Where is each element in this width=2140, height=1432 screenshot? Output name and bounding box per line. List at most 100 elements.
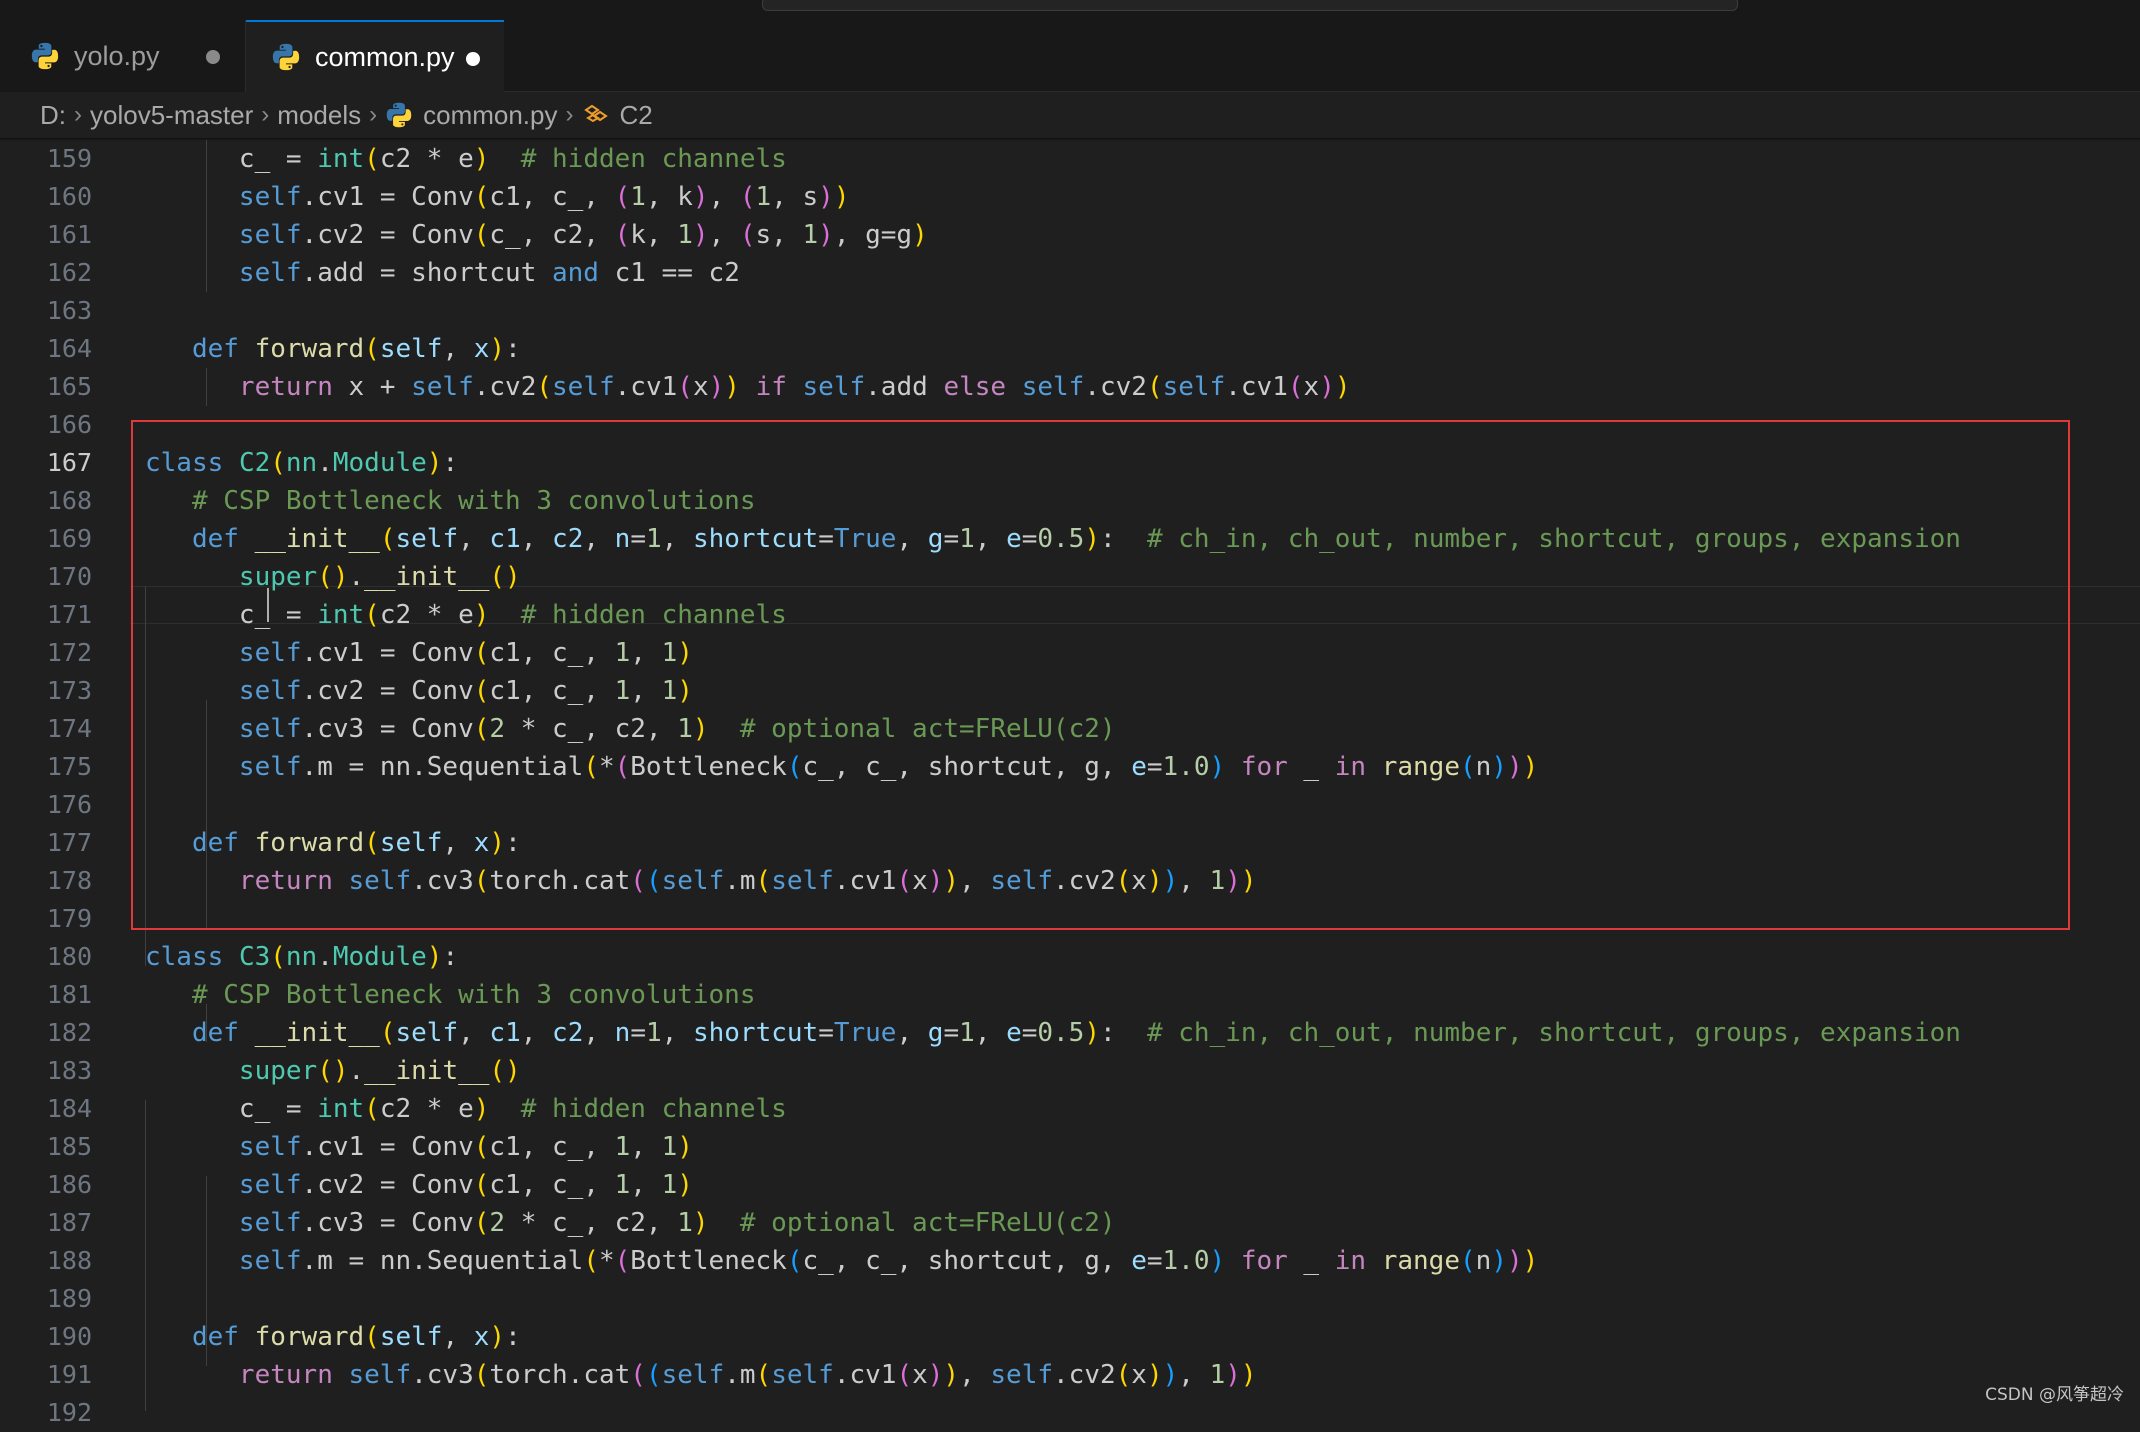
line-number: 179	[46, 904, 92, 933]
code-text[interactable]: self.cv1 = Conv(c1, c_, 1, 1)	[145, 634, 693, 672]
code-text[interactable]: self.cv1 = Conv(c1, c_, 1, 1)	[145, 1128, 693, 1166]
code-text[interactable]: self.cv2 = Conv(c_, c2, (k, 1), (s, 1), …	[145, 216, 928, 254]
tab-bar: yolo.py common.py	[0, 20, 2140, 92]
code-line: 165 return x + self.cv2(self.cv1(x)) if …	[0, 368, 2140, 406]
line-number: 169	[46, 524, 92, 553]
tab-yolo-py[interactable]: yolo.py	[0, 20, 246, 92]
code-line: 167 class C2(nn.Module):	[0, 444, 2140, 482]
code-text[interactable]: def forward(self, x):	[145, 330, 521, 368]
code-text[interactable]: self.add = shortcut and c1 == c2	[145, 254, 740, 292]
code-line: 178 return self.cv3(torch.cat((self.m(se…	[0, 862, 2140, 900]
code-text[interactable]: c_ = int(c2 * e) # hidden channels	[145, 1090, 787, 1128]
breadcrumb-folder-yolov5[interactable]: yolov5-master	[90, 100, 253, 131]
breadcrumb-file[interactable]: common.py	[423, 100, 557, 131]
line-number: 188	[46, 1246, 92, 1275]
line-number: 160	[46, 182, 92, 211]
unsaved-dot-icon[interactable]	[206, 50, 220, 64]
line-number: 166	[46, 410, 92, 439]
line-number: 178	[46, 866, 92, 895]
code-line: 163	[0, 292, 2140, 330]
chevron-right-icon: ›	[261, 101, 270, 128]
breadcrumb-drive[interactable]: D:	[40, 100, 66, 131]
code-text[interactable]: return self.cv3(torch.cat((self.m(self.c…	[145, 1356, 1257, 1394]
code-text[interactable]: # CSP Bottleneck with 3 convolutions	[145, 482, 756, 520]
code-line: 169 def __init__(self, c1, c2, n=1, shor…	[0, 520, 2140, 558]
code-line: 164 def forward(self, x):	[0, 330, 2140, 368]
code-line: 187 self.cv3 = Conv(2 * c_, c2, 1) # opt…	[0, 1204, 2140, 1242]
line-number: 175	[46, 752, 92, 781]
chevron-right-icon: ›	[369, 101, 378, 128]
title-bar	[0, 0, 2140, 20]
code-line: 190 def forward(self, x):	[0, 1318, 2140, 1356]
line-number: 191	[46, 1360, 92, 1389]
code-editor[interactable]: 159 c_ = int(c2 * e) # hidden channels 1…	[0, 140, 2140, 1427]
code-text[interactable]: self.m = nn.Sequential(*(Bottleneck(c_, …	[145, 1242, 1538, 1280]
command-center[interactable]	[762, 0, 1738, 11]
code-line: 166	[0, 406, 2140, 444]
breadcrumb: D: › yolov5-master › models › common.py …	[0, 92, 2140, 138]
line-number: 159	[46, 144, 92, 173]
line-number: 180	[46, 942, 92, 971]
code-text[interactable]: self.m = nn.Sequential(*(Bottleneck(c_, …	[145, 748, 1538, 786]
code-text[interactable]: self.cv2 = Conv(c1, c_, 1, 1)	[145, 672, 693, 710]
code-line: 179	[0, 900, 2140, 938]
code-text[interactable]: def forward(self, x):	[145, 824, 521, 862]
code-text[interactable]: self.cv3 = Conv(2 * c_, c2, 1) # optiona…	[145, 1204, 1116, 1242]
code-text[interactable]: def __init__(self, c1, c2, n=1, shortcut…	[145, 1014, 1961, 1052]
code-text[interactable]: self.cv2 = Conv(c1, c_, 1, 1)	[145, 1166, 693, 1204]
line-number: 167	[46, 448, 92, 477]
line-number: 164	[46, 334, 92, 363]
code-line: 172 self.cv1 = Conv(c1, c_, 1, 1)	[0, 634, 2140, 672]
code-line: 182 def __init__(self, c1, c2, n=1, shor…	[0, 1014, 2140, 1052]
code-text[interactable]: c_ = int(c2 * e) # hidden channels	[145, 140, 787, 178]
code-line: 188 self.m = nn.Sequential(*(Bottleneck(…	[0, 1242, 2140, 1280]
line-number: 187	[46, 1208, 92, 1237]
chevron-right-icon: ›	[565, 101, 574, 128]
line-number: 172	[46, 638, 92, 667]
code-line: 185 self.cv1 = Conv(c1, c_, 1, 1)	[0, 1128, 2140, 1166]
line-number: 181	[46, 980, 92, 1009]
code-line: 175 self.m = nn.Sequential(*(Bottleneck(…	[0, 748, 2140, 786]
code-text[interactable]: c_ = int(c2 * e) # hidden channels	[145, 596, 787, 634]
line-number: 165	[46, 372, 92, 401]
code-line: 177 def forward(self, x):	[0, 824, 2140, 862]
code-line: 159 c_ = int(c2 * e) # hidden channels	[0, 140, 2140, 178]
line-number: 189	[46, 1284, 92, 1313]
code-text[interactable]: def __init__(self, c1, c2, n=1, shortcut…	[145, 520, 1961, 558]
code-line: 173 self.cv2 = Conv(c1, c_, 1, 1)	[0, 672, 2140, 710]
code-text[interactable]: class C3(nn.Module):	[145, 938, 458, 976]
python-file-icon	[31, 42, 59, 70]
line-number: 168	[46, 486, 92, 515]
code-line: 191 return self.cv3(torch.cat((self.m(se…	[0, 1356, 2140, 1394]
code-line: 168 # CSP Bottleneck with 3 convolutions	[0, 482, 2140, 520]
code-line: 174 self.cv3 = Conv(2 * c_, c2, 1) # opt…	[0, 710, 2140, 748]
line-number: 171	[46, 600, 92, 629]
code-text[interactable]: super().__init__()	[145, 558, 521, 596]
line-number: 185	[46, 1132, 92, 1161]
line-number: 182	[46, 1018, 92, 1047]
line-number: 186	[46, 1170, 92, 1199]
code-text[interactable]: def forward(self, x):	[145, 1318, 521, 1356]
code-line: 176	[0, 786, 2140, 824]
code-line: 170 super().__init__()	[0, 558, 2140, 596]
code-text[interactable]: super().__init__()	[145, 1052, 521, 1090]
code-line: 186 self.cv2 = Conv(c1, c_, 1, 1)	[0, 1166, 2140, 1204]
code-text[interactable]: # CSP Bottleneck with 3 convolutions	[145, 976, 756, 1014]
code-line: 192	[0, 1394, 2140, 1432]
python-file-icon	[272, 43, 300, 71]
tab-common-py[interactable]: common.py	[246, 20, 504, 92]
code-line: 162 self.add = shortcut and c1 == c2	[0, 254, 2140, 292]
unsaved-dot-icon[interactable]	[466, 52, 480, 66]
code-text[interactable]: return x + self.cv2(self.cv1(x)) if self…	[145, 368, 1351, 406]
breadcrumb-folder-models[interactable]: models	[277, 100, 361, 131]
code-text[interactable]: self.cv1 = Conv(c1, c_, (1, k), (1, s))	[145, 178, 850, 216]
line-number: 173	[46, 676, 92, 705]
code-text[interactable]: return self.cv3(torch.cat((self.m(self.c…	[145, 862, 1257, 900]
code-line: 184 c_ = int(c2 * e) # hidden channels	[0, 1090, 2140, 1128]
code-text[interactable]: class C2(nn.Module):	[145, 444, 458, 482]
breadcrumb-symbol[interactable]: C2	[620, 100, 653, 131]
line-number: 174	[46, 714, 92, 743]
code-text[interactable]: self.cv3 = Conv(2 * c_, c2, 1) # optiona…	[145, 710, 1116, 748]
line-number: 176	[46, 790, 92, 819]
code-line: 160 self.cv1 = Conv(c1, c_, (1, k), (1, …	[0, 178, 2140, 216]
